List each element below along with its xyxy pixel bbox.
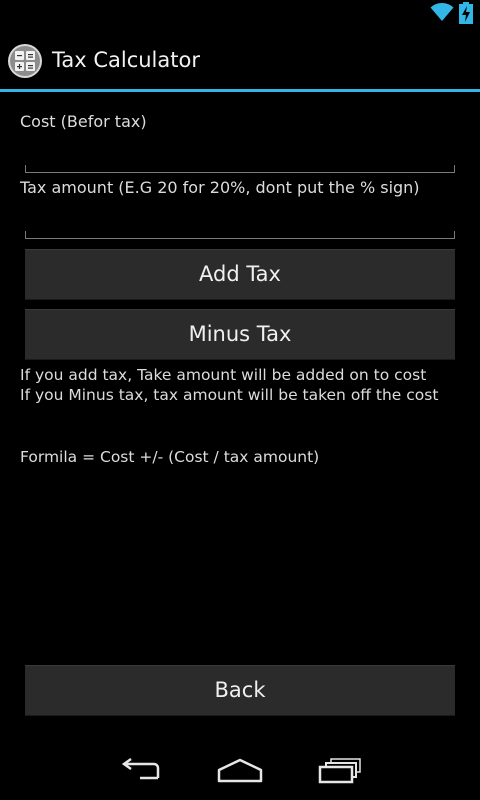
- info-minus-tax: If you Minus tax, tax amount will be tak…: [20, 386, 439, 404]
- home-icon[interactable]: [216, 758, 264, 784]
- calculator-icon[interactable]: [7, 43, 43, 79]
- status-bar: [0, 0, 480, 25]
- wifi-icon: [430, 3, 454, 21]
- tax-amount-label: Tax amount (E.G 20 for 20%, dont put the…: [20, 178, 420, 197]
- formula-text: Formila = Cost +/- (Cost / tax amount): [20, 448, 320, 466]
- action-bar-divider: [0, 89, 480, 92]
- recent-apps-icon[interactable]: [318, 758, 362, 784]
- add-tax-button[interactable]: Add Tax: [25, 249, 455, 300]
- cost-label: Cost (Befor tax): [20, 112, 147, 131]
- tax-amount-input-underline: [25, 231, 455, 239]
- cost-input-underline: [25, 165, 455, 173]
- app-title: Tax Calculator: [52, 48, 200, 72]
- minus-tax-button[interactable]: Minus Tax: [25, 309, 455, 360]
- info-add-tax: If you add tax, Take amount will be adde…: [20, 366, 427, 384]
- battery-charging-icon: [459, 2, 473, 24]
- back-button[interactable]: Back: [25, 665, 455, 716]
- back-icon[interactable]: [118, 758, 162, 784]
